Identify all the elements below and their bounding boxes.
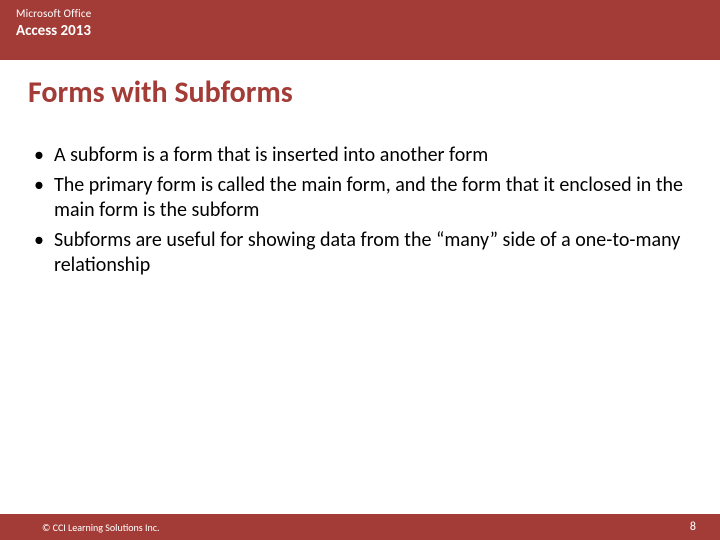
bullet-item: Subforms are useful for showing data fro… (28, 228, 692, 279)
title-bar: Forms with Subforms (0, 60, 720, 121)
slide-content: A subform is a form that is inserted int… (0, 121, 720, 279)
slide-title: Forms with Subforms (28, 74, 694, 111)
page-number: 8 (690, 520, 696, 534)
slide: Microsoft Office Access 2013 Forms with … (0, 0, 720, 540)
slide-header: Microsoft Office Access 2013 (0, 0, 720, 60)
copyright-text: © CCI Learning Solutions Inc. (42, 521, 160, 534)
brand-line-1: Microsoft Office (16, 8, 704, 21)
brand-line-2: Access 2013 (16, 23, 704, 40)
bullet-list: A subform is a form that is inserted int… (28, 143, 692, 279)
bullet-item: A subform is a form that is inserted int… (28, 143, 692, 169)
slide-footer: © CCI Learning Solutions Inc. 8 (0, 514, 720, 540)
bullet-item: The primary form is called the main form… (28, 173, 692, 224)
